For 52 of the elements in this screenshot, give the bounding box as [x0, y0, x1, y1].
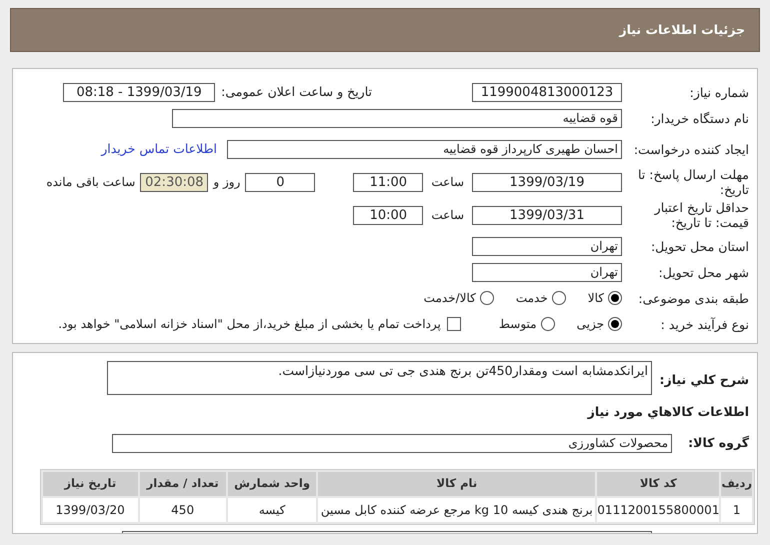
column-header: کد کالا [597, 472, 720, 496]
column-header: واحد شمارش [228, 472, 316, 496]
radio-option[interactable]: کالا [588, 289, 622, 307]
field-label: ساعت باقی مانده [46, 174, 136, 191]
input-field[interactable]: 1399/03/31 [472, 206, 622, 224]
input-field[interactable]: تهران [472, 262, 622, 282]
table-cell: 0111200155800001 [597, 498, 720, 522]
field-label: گروه کالا: [687, 434, 750, 452]
section-heading: اطلاعات كالاهاي مورد نياز [588, 402, 750, 421]
field-label: طبقه بندی موضوعی: [637, 290, 750, 306]
field-label: مهلت ارسال پاسخ: تا تاریخ: [637, 167, 750, 197]
input-field[interactable]: 1399/03/19 - 08:18 [63, 82, 216, 102]
column-header: ردیف [721, 472, 752, 496]
input-field[interactable]: تهران [472, 236, 622, 256]
table-cell: 450 [140, 498, 226, 522]
radio-option[interactable]: کالا/خدمت [424, 289, 494, 307]
radio-option[interactable]: متوسط [498, 315, 555, 333]
field-label: ساعت [431, 207, 464, 224]
field-label: روز و [213, 174, 240, 191]
table-cell: کیسه [228, 498, 316, 522]
checkbox[interactable] [446, 317, 461, 331]
field-label: نوع فرآیند خرید : [660, 316, 750, 332]
field-label: شهر محل تحویل: [658, 264, 750, 280]
buyer-contact-link[interactable]: اطلاعات تماس خریدار [101, 140, 217, 158]
field-label: ایجاد کننده درخواست: [632, 142, 750, 156]
input-field[interactable]: 10:00 [353, 206, 424, 224]
table-cell: برنج هندی کیسه 10 kg مرجع عرضه کننده کابل مسین [318, 498, 596, 522]
field-label: نام دستگاه خریدار: [650, 110, 750, 126]
radio-option[interactable]: جزیی [576, 315, 622, 333]
table-cell: 1399/03/20 [43, 498, 138, 522]
page-title: جزئیات اطلاعات نیاز [619, 20, 745, 39]
field-label: پرداخت تمام یا بخشی از مبلغ خرید،از محل "اسناد خزانه اسلامی" خواهد بود. [58, 316, 441, 333]
column-header: تاریخ نیاز [43, 472, 138, 496]
field-label: حداقل تاریخ اعتبار قیمت: تا تاریخ: [653, 200, 750, 230]
input-field[interactable]: 11:00 [353, 172, 424, 192]
input-field[interactable]: 1399/03/19 [472, 172, 622, 192]
field-label: استان محل تحویل: [650, 238, 750, 254]
input-field[interactable]: قوه قضاییه [172, 108, 622, 128]
input-field[interactable]: محصولات کشاورزی [112, 434, 672, 452]
field-label: شرح کلي نياز: [658, 371, 750, 389]
input-field[interactable]: 02:30:08 [140, 172, 208, 192]
input-field[interactable]: احسان طهیری کارپرداز قوه قضاییه [227, 140, 622, 158]
input-field[interactable]: 1199004813000123 [472, 82, 622, 102]
column-header: تعداد / مقدار [140, 472, 226, 496]
field-label: تاریخ و ساعت اعلان عمومی: [221, 82, 372, 101]
table-cell: 1 [721, 498, 752, 522]
field-label: شماره نیاز: [688, 84, 750, 100]
description-box: ایرانکدمشابه است ومقدار450تن برنج هندی جی تی سی موردنیازاست. [107, 361, 652, 395]
field-label: ساعت [431, 174, 464, 191]
input-field[interactable]: 0 [245, 172, 316, 192]
radio-option[interactable]: خدمت [516, 289, 566, 307]
column-header: نام کالا [318, 472, 596, 496]
